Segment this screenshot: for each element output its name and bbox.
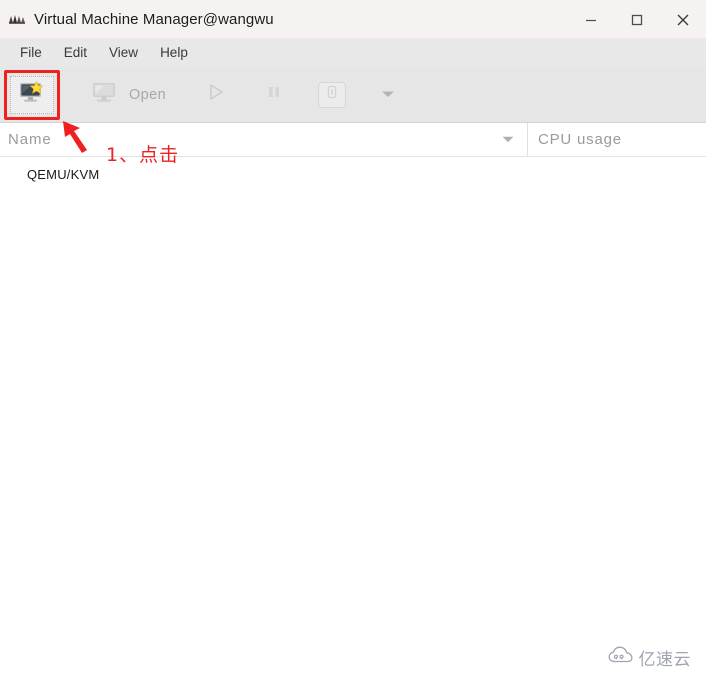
maximize-button[interactable]: [614, 0, 660, 39]
power-icon: [325, 84, 339, 105]
watermark-text: 亿速云: [638, 650, 691, 670]
toolbar: Open: [0, 67, 706, 123]
open-button[interactable]: Open: [90, 80, 166, 109]
chevron-down-icon: [380, 86, 396, 104]
connection-name-label: QEMU/KVM: [27, 166, 100, 182]
column-header-cpu-usage[interactable]: CPU usage: [528, 123, 706, 156]
shutdown-button-frame: [318, 81, 347, 108]
monitor-icon: [90, 80, 120, 109]
run-button[interactable]: [194, 76, 238, 114]
pause-icon: [264, 82, 284, 107]
column-header-name[interactable]: Name: [0, 123, 528, 156]
pause-button[interactable]: [252, 76, 296, 114]
new-virtual-machine-button[interactable]: [4, 69, 60, 120]
minimize-button[interactable]: [568, 0, 614, 39]
new-virtual-machine-icon: [18, 80, 46, 109]
column-header-name-label: Name: [8, 131, 52, 148]
menu-item-file[interactable]: File: [9, 39, 53, 67]
list-column-header: Name CPU usage: [0, 123, 706, 157]
window-title: Virtual Machine Manager@wangwu: [34, 10, 274, 28]
virtual-machine-manager-window: Virtual Machine Manager@wangwu File Edit…: [0, 0, 706, 678]
shutdown-button[interactable]: [310, 76, 354, 114]
title-bar: Virtual Machine Manager@wangwu: [0, 0, 706, 39]
watermark: 亿速云: [608, 645, 692, 670]
menu-item-view[interactable]: View: [98, 39, 149, 67]
vmm-app-icon: [8, 11, 26, 27]
new-vm-button-inner: [10, 75, 54, 114]
shutdown-menu-button[interactable]: [366, 76, 410, 114]
play-icon: [205, 81, 227, 108]
window-controls: [568, 0, 706, 39]
open-button-label: Open: [129, 86, 167, 103]
chevron-down-icon[interactable]: [501, 131, 515, 149]
list-item[interactable]: QEMU/KVM: [0, 163, 706, 185]
menu-item-help[interactable]: Help: [149, 39, 199, 67]
menu-item-edit[interactable]: Edit: [53, 39, 98, 67]
cloud-logo-icon: [608, 645, 634, 670]
vm-list-content: QEMU/KVM 亿速云: [0, 163, 706, 678]
menu-bar: File Edit View Help: [0, 39, 706, 67]
column-header-cpu-usage-label: CPU usage: [538, 131, 622, 148]
close-button[interactable]: [660, 0, 706, 39]
